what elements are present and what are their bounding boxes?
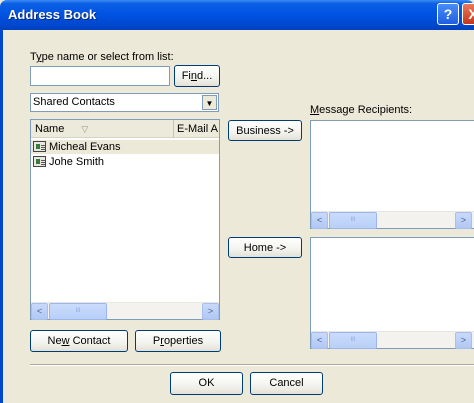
scroll-left-button[interactable]: < bbox=[311, 212, 328, 229]
business-button[interactable]: Business -> bbox=[228, 120, 302, 141]
scroll-right-button[interactable]: > bbox=[455, 332, 472, 349]
properties-button[interactable]: Properties bbox=[135, 330, 221, 352]
contact-name: Micheal Evans bbox=[49, 141, 121, 153]
cancel-button[interactable]: Cancel bbox=[250, 372, 323, 395]
sort-icon: ▽ bbox=[81, 124, 89, 134]
new-contact-button[interactable]: New Contact bbox=[30, 330, 128, 352]
scroll-thumb[interactable]: III bbox=[49, 303, 107, 320]
scroll-left-button[interactable]: < bbox=[31, 303, 48, 320]
horizontal-scrollbar[interactable]: < III > bbox=[311, 331, 474, 349]
search-input[interactable] bbox=[30, 66, 170, 86]
home-button[interactable]: Home -> bbox=[228, 237, 302, 258]
business-recipients-list[interactable]: < III > bbox=[310, 120, 474, 229]
column-name-label: Name bbox=[35, 123, 65, 135]
search-label: Type name or select from list: bbox=[30, 51, 174, 63]
scroll-right-button[interactable]: > bbox=[455, 212, 472, 229]
window-title: Address Book bbox=[8, 7, 97, 22]
scroll-right-button[interactable]: > bbox=[202, 303, 219, 320]
contact-card-icon bbox=[33, 156, 46, 167]
chevron-down-icon[interactable]: ▼ bbox=[202, 95, 217, 110]
recipients-label: Message Recipients: bbox=[310, 104, 413, 116]
column-header-name[interactable]: Name ▽ bbox=[31, 120, 174, 138]
list-item[interactable]: Johe Smith bbox=[31, 155, 219, 169]
source-dropdown[interactable]: Shared Contacts ▼ bbox=[30, 93, 219, 112]
find-button[interactable]: Find... bbox=[174, 65, 220, 87]
ok-button[interactable]: OK bbox=[170, 372, 243, 395]
window-frame-left bbox=[0, 30, 3, 403]
source-selected: Shared Contacts bbox=[33, 96, 115, 108]
list-header: Name ▽ E-Mail A bbox=[31, 120, 219, 138]
scroll-thumb[interactable]: III bbox=[329, 212, 377, 229]
horizontal-scrollbar[interactable]: < III > bbox=[311, 211, 474, 229]
horizontal-scrollbar[interactable]: < III > bbox=[31, 302, 219, 320]
help-button[interactable]: ? bbox=[437, 3, 459, 25]
contact-name: Johe Smith bbox=[49, 156, 105, 168]
home-recipients-list[interactable]: < III > bbox=[310, 237, 474, 349]
separator bbox=[30, 364, 474, 366]
column-header-email[interactable]: E-Mail A bbox=[177, 120, 219, 138]
list-item[interactable]: Micheal Evans bbox=[31, 140, 219, 154]
scroll-left-button[interactable]: < bbox=[311, 332, 328, 349]
scroll-thumb[interactable]: III bbox=[329, 332, 377, 349]
contact-list[interactable]: Name ▽ E-Mail A Micheal Evans Johe Smith… bbox=[30, 119, 220, 320]
close-button[interactable]: X bbox=[462, 3, 474, 25]
contact-card-icon bbox=[33, 141, 46, 152]
